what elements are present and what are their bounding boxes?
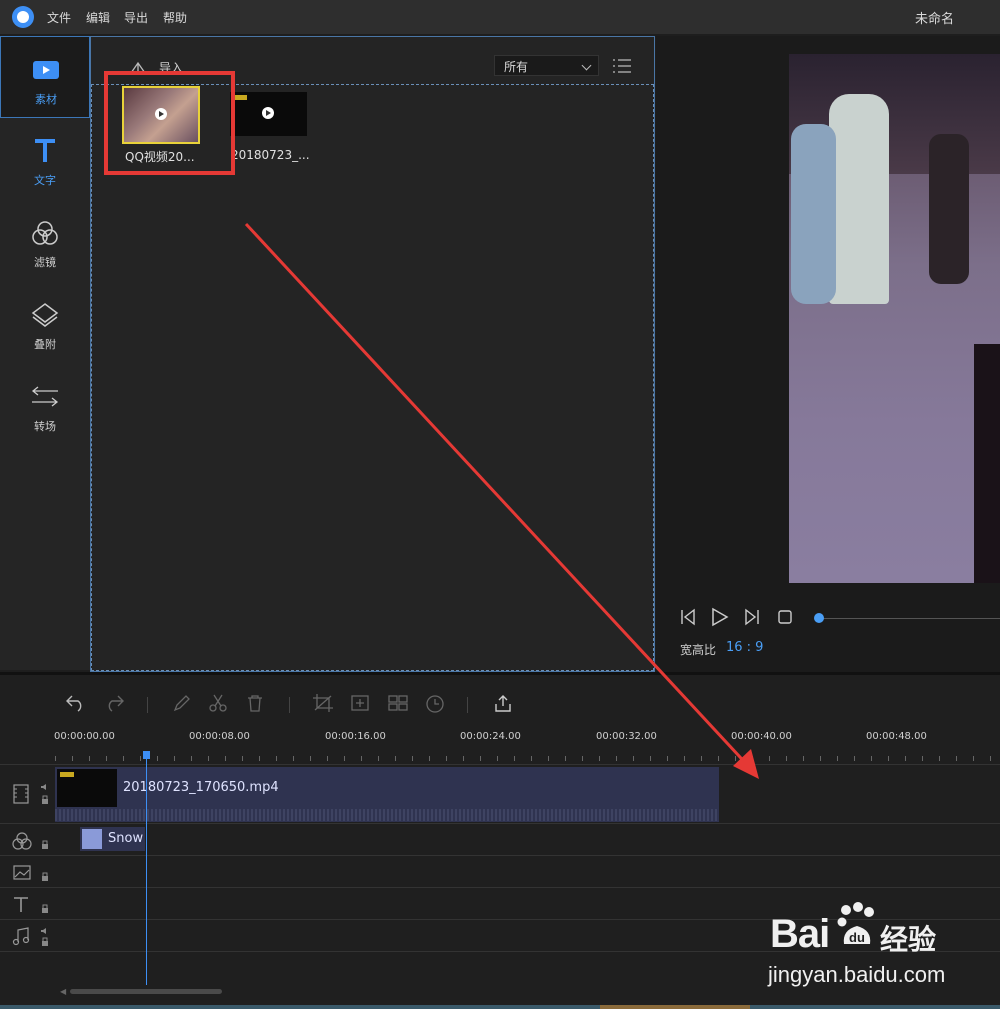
nav-item-material[interactable]: 素材 <box>0 36 90 118</box>
video-preview <box>789 54 1000 583</box>
video-person-figure <box>929 134 969 284</box>
menu-file[interactable]: 文件 <box>47 9 71 26</box>
nav-item-label: 叠附 <box>34 338 56 351</box>
nav-item-transition[interactable]: 转场 <box>0 364 90 446</box>
crop-icon[interactable] <box>313 694 333 712</box>
chevron-down-icon <box>581 60 592 71</box>
filter-track-icon <box>12 832 32 850</box>
text-track-icon <box>14 897 28 912</box>
nav-item-label: 素材 <box>35 93 57 106</box>
scroll-left-icon[interactable]: ◀ <box>60 987 66 996</box>
effect-clip-name: Snow <box>108 831 144 846</box>
svg-text:du: du <box>849 930 865 945</box>
nav-item-filter[interactable]: 滤镜 <box>0 200 90 282</box>
document-title: 未命名 <box>914 12 954 27</box>
video-person-figure <box>791 124 836 304</box>
media-thumbnail-20180723[interactable] <box>230 92 307 136</box>
baidu-watermark: Bai du 经验 jingyan.baidu.com <box>764 900 1000 1009</box>
transition-icon <box>31 386 59 407</box>
track-lock-icon[interactable] <box>40 839 50 851</box>
nav-item-label: 转场 <box>34 420 56 433</box>
stop-icon[interactable] <box>778 610 792 624</box>
mosaic-icon[interactable] <box>387 694 409 712</box>
nav-item-text[interactable]: 文字 <box>0 118 90 200</box>
track-divider <box>0 887 1000 888</box>
prev-frame-icon[interactable] <box>680 608 696 626</box>
nav-item-overlay[interactable]: 叠附 <box>0 282 90 364</box>
playhead-line[interactable] <box>146 755 147 985</box>
timeline-tick-label: 00:00:40.00 <box>731 731 792 742</box>
music-track-icon <box>12 927 30 946</box>
toolbar-separator <box>147 697 148 713</box>
filter-value: 所有 <box>504 60 529 74</box>
timeline-tick-label: 00:00:24.00 <box>460 731 521 742</box>
overlay-icon <box>31 303 59 327</box>
aspect-ratio-label: 宽高比 <box>680 643 717 657</box>
cut-icon[interactable] <box>209 694 227 712</box>
timeline-tick-label: 00:00:32.00 <box>596 731 657 742</box>
horizontal-scrollbar[interactable] <box>70 989 222 994</box>
magic-wand-icon <box>82 829 102 849</box>
watermark-brand: Bai <box>770 912 830 956</box>
thumbnail-title-mark <box>60 772 74 777</box>
annotation-highlight-box <box>104 71 235 175</box>
list-view-icon[interactable] <box>613 59 631 73</box>
track-lock-icon[interactable] <box>40 871 50 883</box>
track-divider <box>0 823 1000 824</box>
menu-help[interactable]: 帮助 <box>163 9 187 26</box>
timeline-tick-label: 00:00:00.00 <box>54 731 115 742</box>
video-person-figure <box>974 344 1000 583</box>
track-divider <box>0 764 1000 765</box>
play-icon[interactable] <box>711 607 729 627</box>
zoom-icon[interactable] <box>350 694 370 712</box>
effect-clip[interactable]: Snow <box>80 827 145 851</box>
baidu-paw-icon: du <box>837 902 874 945</box>
watermark-url: jingyan.baidu.com <box>768 962 946 987</box>
edit-icon[interactable] <box>173 694 191 712</box>
timeline-tick-label: 00:00:48.00 <box>866 731 927 742</box>
nav-item-label: 文字 <box>34 174 56 187</box>
text-icon <box>35 139 55 162</box>
thumbnail-title-mark <box>233 95 247 100</box>
redo-icon[interactable] <box>104 694 124 712</box>
nav-item-label: 滤镜 <box>34 256 56 269</box>
timeline-tick-label: 00:00:08.00 <box>189 731 250 742</box>
audio-waveform <box>55 809 719 821</box>
delete-icon[interactable] <box>246 694 264 712</box>
menu-edit[interactable]: 编辑 <box>86 9 110 26</box>
preview-panel: 宽高比 16 : 9 <box>656 36 1000 672</box>
overlay-track-icon <box>13 865 31 880</box>
timeline-ruler[interactable] <box>55 756 1000 761</box>
timeline-tick-label: 00:00:16.00 <box>325 731 386 742</box>
media-icon <box>33 61 59 79</box>
undo-icon[interactable] <box>66 694 86 712</box>
duration-icon[interactable] <box>425 694 445 714</box>
video-person-figure <box>829 94 889 304</box>
playback-progress-track[interactable] <box>818 618 1000 619</box>
toolbar-separator <box>467 697 468 713</box>
left-nav: 素材 文字 滤镜 叠附 转场 <box>0 36 90 670</box>
filter-dropdown[interactable]: 所有 <box>494 55 599 76</box>
video-track-icon <box>13 784 29 804</box>
track-volume-lock-icons[interactable] <box>40 927 50 951</box>
toolbar-separator <box>289 697 290 713</box>
video-clip[interactable]: 20180723_170650.mp4 <box>55 767 719 822</box>
watermark-brand-cn: 经验 <box>880 923 937 956</box>
track-lock-icon[interactable] <box>40 903 50 915</box>
track-divider <box>0 855 1000 856</box>
next-frame-icon[interactable] <box>744 608 760 626</box>
media-panel: 导入 所有 QQ视频20... 20180723_... <box>90 36 655 672</box>
playback-progress-knob[interactable] <box>814 613 824 623</box>
media-file-name: 20180723_... <box>231 148 310 162</box>
track-volume-lock-icons[interactable] <box>40 783 50 807</box>
title-bar: 文件 编辑 导出 帮助 未命名 <box>0 0 1000 34</box>
menu-export[interactable]: 导出 <box>124 9 148 26</box>
aspect-ratio-value[interactable]: 16 : 9 <box>726 640 763 655</box>
app-logo-icon <box>12 6 34 28</box>
play-icon <box>262 107 274 119</box>
filter-icon <box>32 221 58 245</box>
export-icon[interactable] <box>493 694 513 714</box>
clip-thumbnail <box>57 769 117 807</box>
